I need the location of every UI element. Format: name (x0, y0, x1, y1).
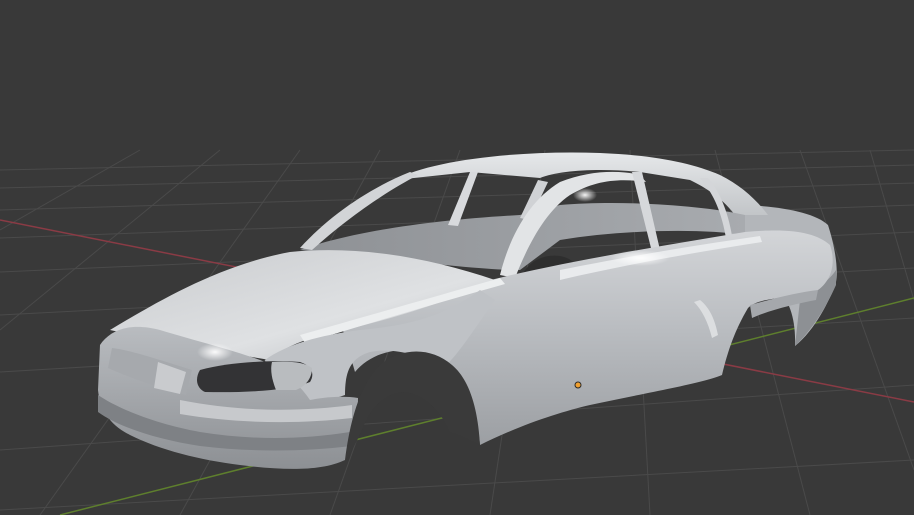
3d-viewport[interactable] (0, 0, 914, 515)
object-origin-point[interactable] (574, 381, 582, 389)
car-body-shell[interactable] (98, 152, 837, 469)
viewport-canvas[interactable] (0, 0, 914, 515)
